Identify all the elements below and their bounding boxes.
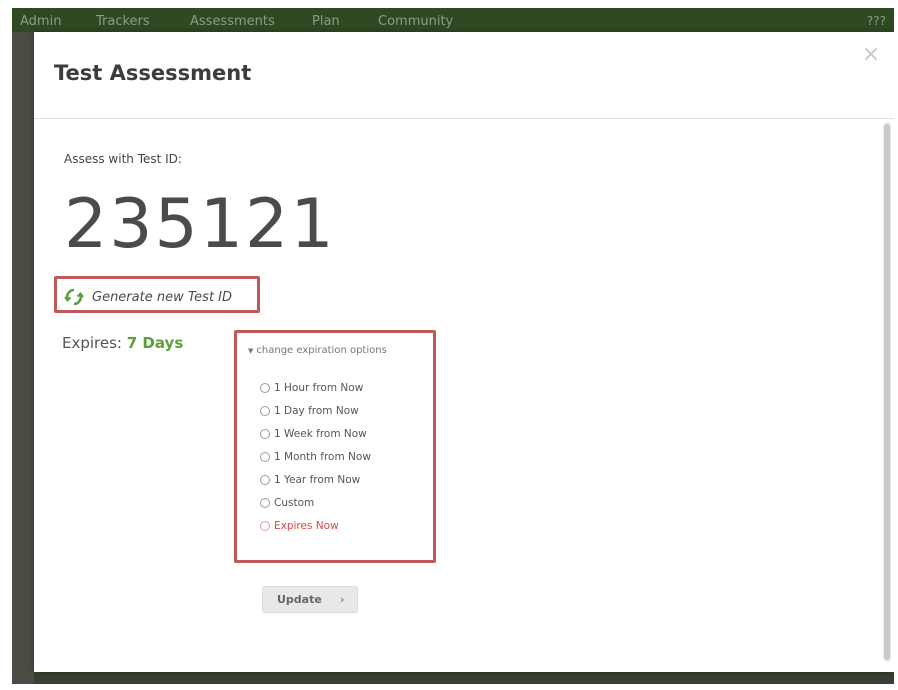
- nav-item-community[interactable]: Community: [378, 14, 453, 29]
- radio-button[interactable]: [260, 521, 270, 531]
- option-label: 1 Day from Now: [274, 405, 359, 417]
- radio-button[interactable]: [260, 429, 270, 439]
- expires-label: Expires:: [62, 334, 122, 352]
- option-1-hour[interactable]: 1 Hour from Now: [260, 382, 363, 394]
- nav-item-admin[interactable]: Admin: [20, 14, 61, 29]
- chevron-right-icon: ›: [339, 593, 345, 606]
- option-custom[interactable]: Custom: [260, 497, 314, 509]
- option-label: 1 Year from Now: [274, 474, 361, 486]
- test-assessment-modal: Test Assessment × Assess with Test ID: 2…: [34, 32, 894, 672]
- top-navigation: Admin Trackers Assessments Plan Communit…: [12, 8, 894, 32]
- nav-extra[interactable]: ???: [867, 14, 886, 28]
- option-1-year[interactable]: 1 Year from Now: [260, 474, 360, 486]
- change-expiration-toggle[interactable]: ▼ change expiration options: [248, 345, 387, 356]
- option-label: Expires Now: [274, 520, 339, 532]
- app-window: Admin Trackers Assessments Plan Communit…: [12, 8, 894, 684]
- option-1-day[interactable]: 1 Day from Now: [260, 405, 359, 417]
- refresh-icon: [64, 288, 84, 306]
- option-label: Custom: [274, 497, 315, 509]
- nav-item-trackers[interactable]: Trackers: [96, 14, 150, 29]
- expires-text: Expires: 7 Days: [62, 334, 183, 352]
- option-label: 1 Hour from Now: [274, 382, 364, 394]
- radio-button[interactable]: [260, 383, 270, 393]
- update-button[interactable]: Update ›: [262, 586, 358, 613]
- radio-button[interactable]: [260, 475, 270, 485]
- option-label: 1 Week from Now: [274, 428, 367, 440]
- caret-down-icon: ▼: [248, 347, 254, 355]
- nav-item-assessments[interactable]: Assessments: [190, 14, 275, 29]
- expires-value: 7 Days: [126, 334, 184, 352]
- radio-button[interactable]: [260, 406, 270, 416]
- assess-label: Assess with Test ID:: [64, 152, 182, 166]
- generate-label: Generate new Test ID: [92, 289, 233, 305]
- modal-title: Test Assessment: [54, 61, 252, 85]
- change-expiration-label: change expiration options: [256, 345, 387, 356]
- generate-new-test-id-link[interactable]: Generate new Test ID: [64, 287, 232, 307]
- radio-button[interactable]: [260, 452, 270, 462]
- nav-item-plan[interactable]: Plan: [312, 14, 340, 29]
- update-label: Update: [277, 593, 322, 606]
- option-label: 1 Month from Now: [274, 451, 371, 463]
- modal-header: Test Assessment: [34, 32, 894, 119]
- option-1-month[interactable]: 1 Month from Now: [260, 451, 371, 463]
- option-1-week[interactable]: 1 Week from Now: [260, 428, 367, 440]
- close-icon[interactable]: ×: [860, 44, 882, 66]
- option-expires-now[interactable]: Expires Now: [260, 520, 339, 532]
- scrollbar-thumb[interactable]: [884, 124, 890, 660]
- modal-scrollbar[interactable]: [883, 122, 891, 662]
- radio-button[interactable]: [260, 498, 270, 508]
- test-id-value: 235121: [64, 185, 336, 264]
- page-backdrop: [12, 32, 34, 684]
